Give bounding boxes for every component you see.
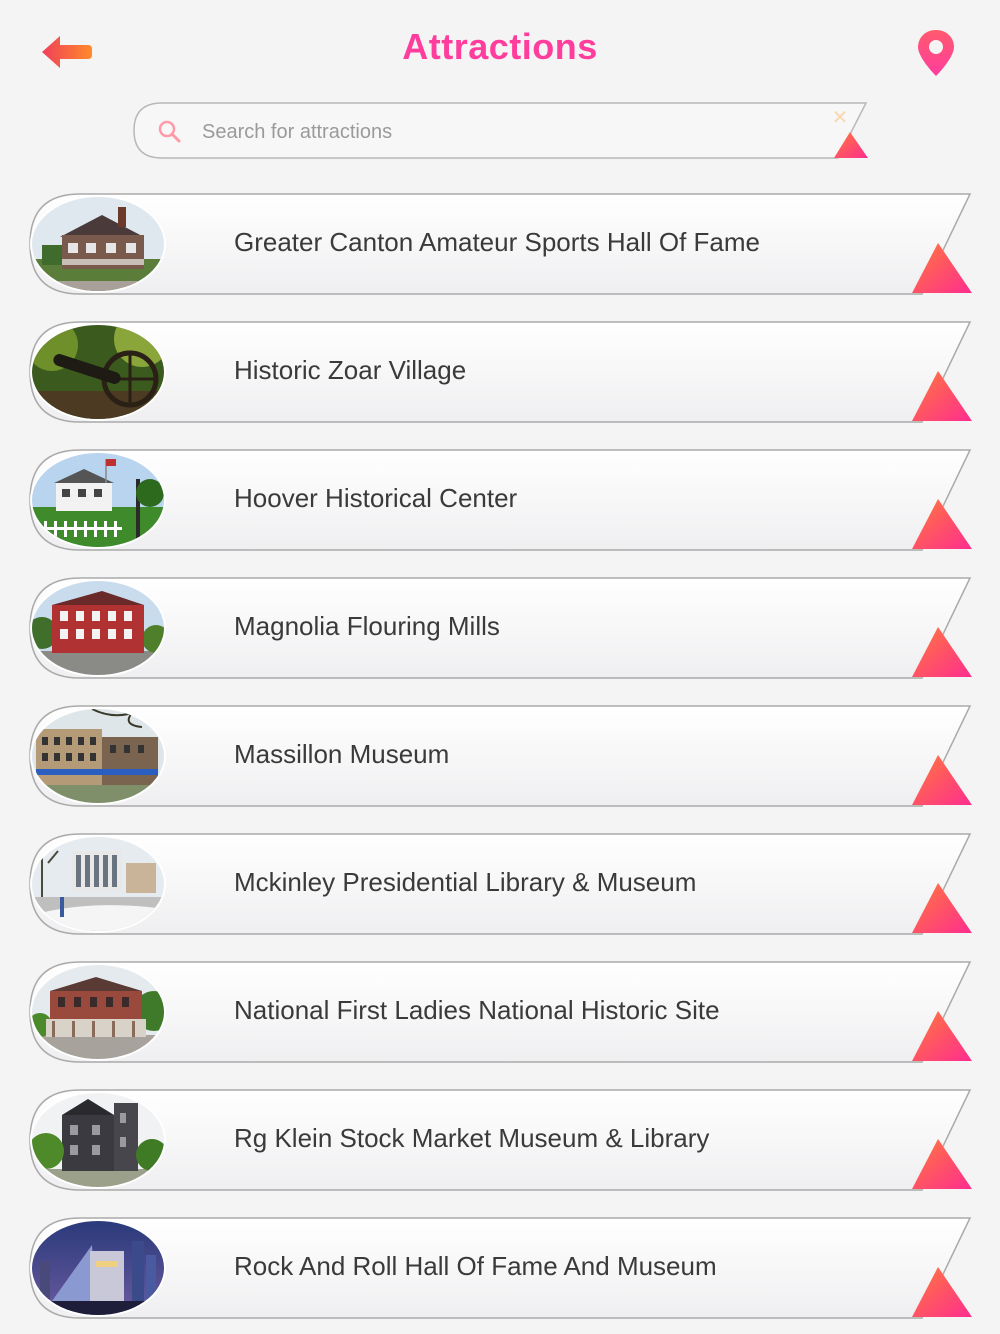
attraction-name: Rg Klein Stock Market Museum & Library [234, 1123, 710, 1153]
list-item[interactable]: Rg Klein Stock Market Museum & Library [28, 1089, 972, 1193]
search-icon [158, 120, 181, 143]
list-item[interactable]: Massillon Museum [28, 705, 972, 809]
downtown-building-thumbnail [32, 709, 164, 803]
header: Attractions [0, 0, 1000, 100]
attraction-name: National First Ladies National Historic … [234, 995, 720, 1025]
victorian-house-thumbnail [32, 197, 164, 291]
attractions-screen: Attractions Search for attractions ✕ Gre… [0, 0, 1000, 1334]
memorial-building-thumbnail [32, 837, 164, 931]
list-item[interactable]: Hoover Historical Center [28, 449, 972, 553]
attraction-name: Greater Canton Amateur Sports Hall Of Fa… [234, 227, 760, 257]
list-item[interactable]: National First Ladies National Historic … [28, 961, 972, 1065]
dark-stone-house-thumbnail [32, 1093, 164, 1187]
attraction-name: Magnolia Flouring Mills [234, 611, 500, 641]
glass-pyramid-night-thumbnail [32, 1221, 164, 1315]
attraction-name: Hoover Historical Center [234, 483, 518, 513]
list-item-background [29, 705, 972, 807]
list-item[interactable]: Greater Canton Amateur Sports Hall Of Fa… [28, 193, 972, 297]
list-item[interactable]: Mckinley Presidential Library & Museum [28, 833, 972, 937]
attraction-name: Massillon Museum [234, 739, 450, 769]
list-item[interactable]: Rock And Roll Hall Of Fame And Museum [28, 1217, 972, 1321]
list-item[interactable]: Historic Zoar Village [28, 321, 972, 425]
page-title: Attractions [402, 26, 598, 67]
map-pin-icon [918, 30, 954, 76]
brick-mansion-thumbnail [32, 965, 164, 1059]
cannon-in-forest-thumbnail [32, 325, 164, 419]
attraction-name: Rock And Roll Hall Of Fame And Museum [234, 1251, 717, 1281]
search-input[interactable] [200, 114, 804, 150]
attraction-name: Mckinley Presidential Library & Museum [234, 867, 697, 897]
red-mill-thumbnail [32, 581, 164, 675]
white-farmhouse-thumbnail [32, 453, 164, 547]
list-item[interactable]: Magnolia Flouring Mills [28, 577, 972, 681]
clear-icon[interactable]: ✕ [830, 108, 850, 128]
attraction-name: Historic Zoar Village [234, 355, 467, 385]
list-item-background [29, 577, 972, 679]
map-button[interactable] [912, 28, 960, 80]
list-item-background [29, 321, 972, 423]
